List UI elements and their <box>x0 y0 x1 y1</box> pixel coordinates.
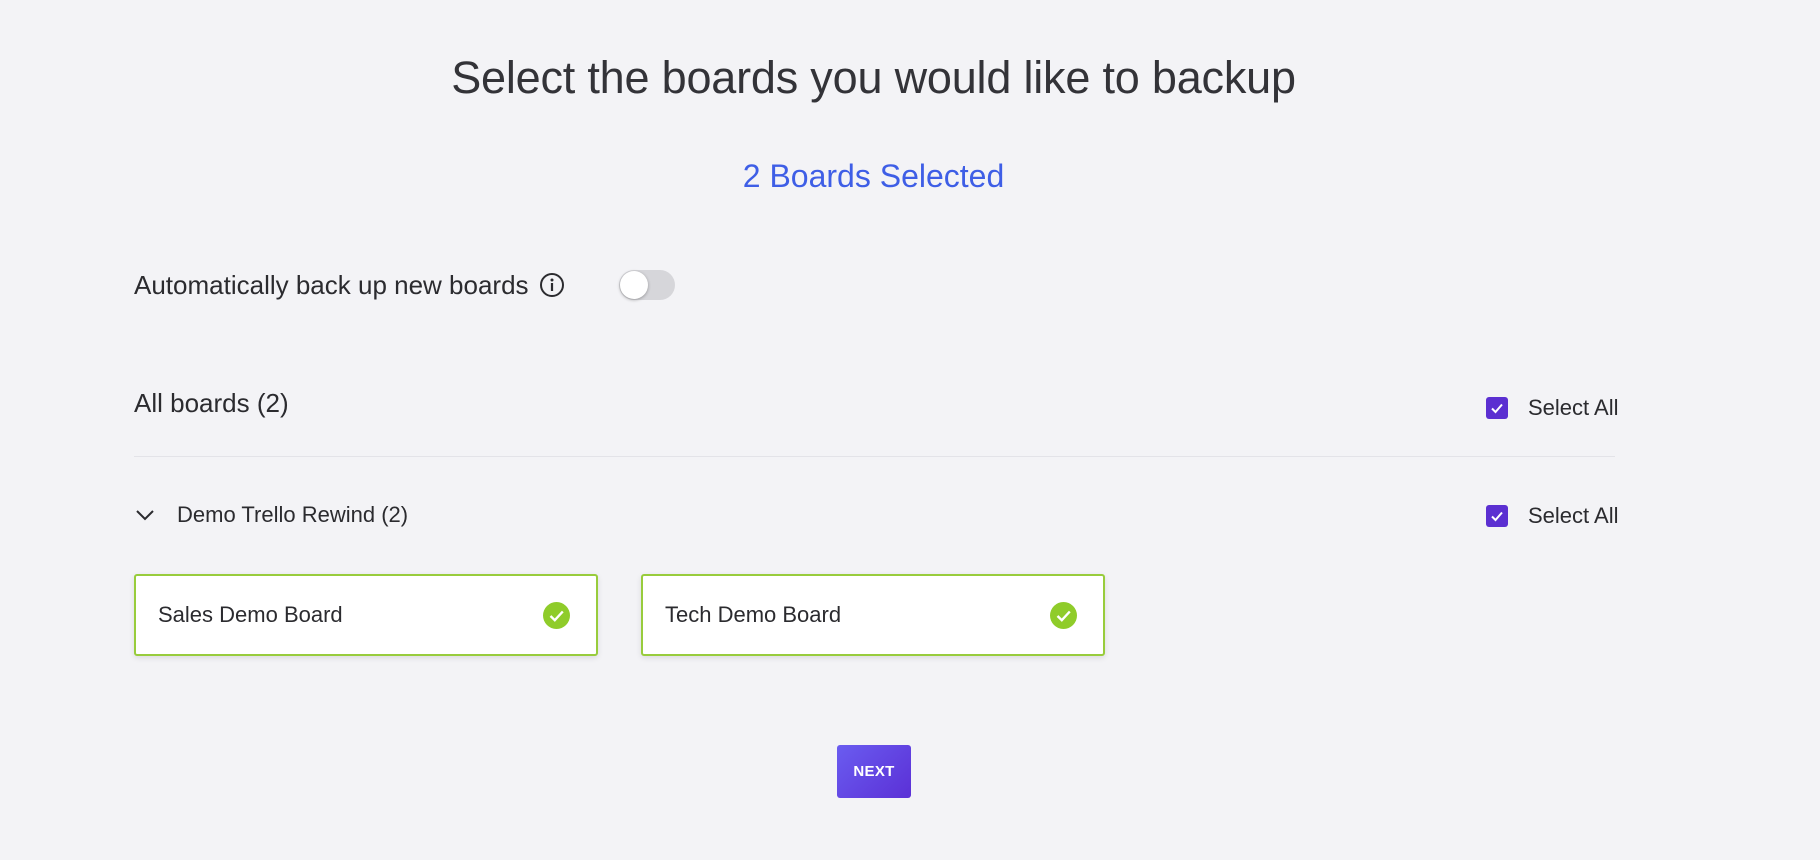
all-boards-heading: All boards (2) <box>134 388 289 418</box>
group-select-all-checkbox[interactable] <box>1486 505 1508 527</box>
chevron-down-icon[interactable] <box>134 504 156 526</box>
next-button[interactable]: NEXT <box>837 745 911 798</box>
toggle-knob <box>619 271 648 299</box>
workspace-group-label: Demo Trello Rewind (2) <box>177 502 409 527</box>
auto-backup-toggle[interactable] <box>618 270 675 300</box>
auto-backup-label: Automatically back up new boards <box>134 269 529 300</box>
workspace-group-header[interactable]: Demo Trello Rewind (2) <box>134 500 408 530</box>
checkmark-icon <box>1491 511 1503 522</box>
board-card[interactable]: Tech Demo Board <box>641 574 1105 656</box>
auto-backup-row: Automatically back up new boards <box>134 268 675 302</box>
page-title: Select the boards you would like to back… <box>451 52 1296 103</box>
select-all-group-boards[interactable]: Select All <box>1486 503 1619 529</box>
board-selection-page: Select the boards you would like to back… <box>0 0 1820 860</box>
check-circle-icon <box>543 601 570 629</box>
board-name: Tech Demo Board <box>665 602 842 627</box>
checkmark-icon <box>1491 403 1503 414</box>
check-circle-icon <box>1050 601 1077 629</box>
select-all-label: Select All <box>1528 395 1619 420</box>
info-icon[interactable] <box>539 272 565 298</box>
section-divider <box>134 456 1615 457</box>
selected-count-label: 2 Boards Selected <box>742 158 1005 194</box>
select-all-checkbox[interactable] <box>1486 397 1508 419</box>
board-name: Sales Demo Board <box>158 602 343 627</box>
group-select-all-label: Select All <box>1528 503 1619 528</box>
select-all-boards[interactable]: Select All <box>1486 395 1619 421</box>
board-card[interactable]: Sales Demo Board <box>134 574 598 656</box>
